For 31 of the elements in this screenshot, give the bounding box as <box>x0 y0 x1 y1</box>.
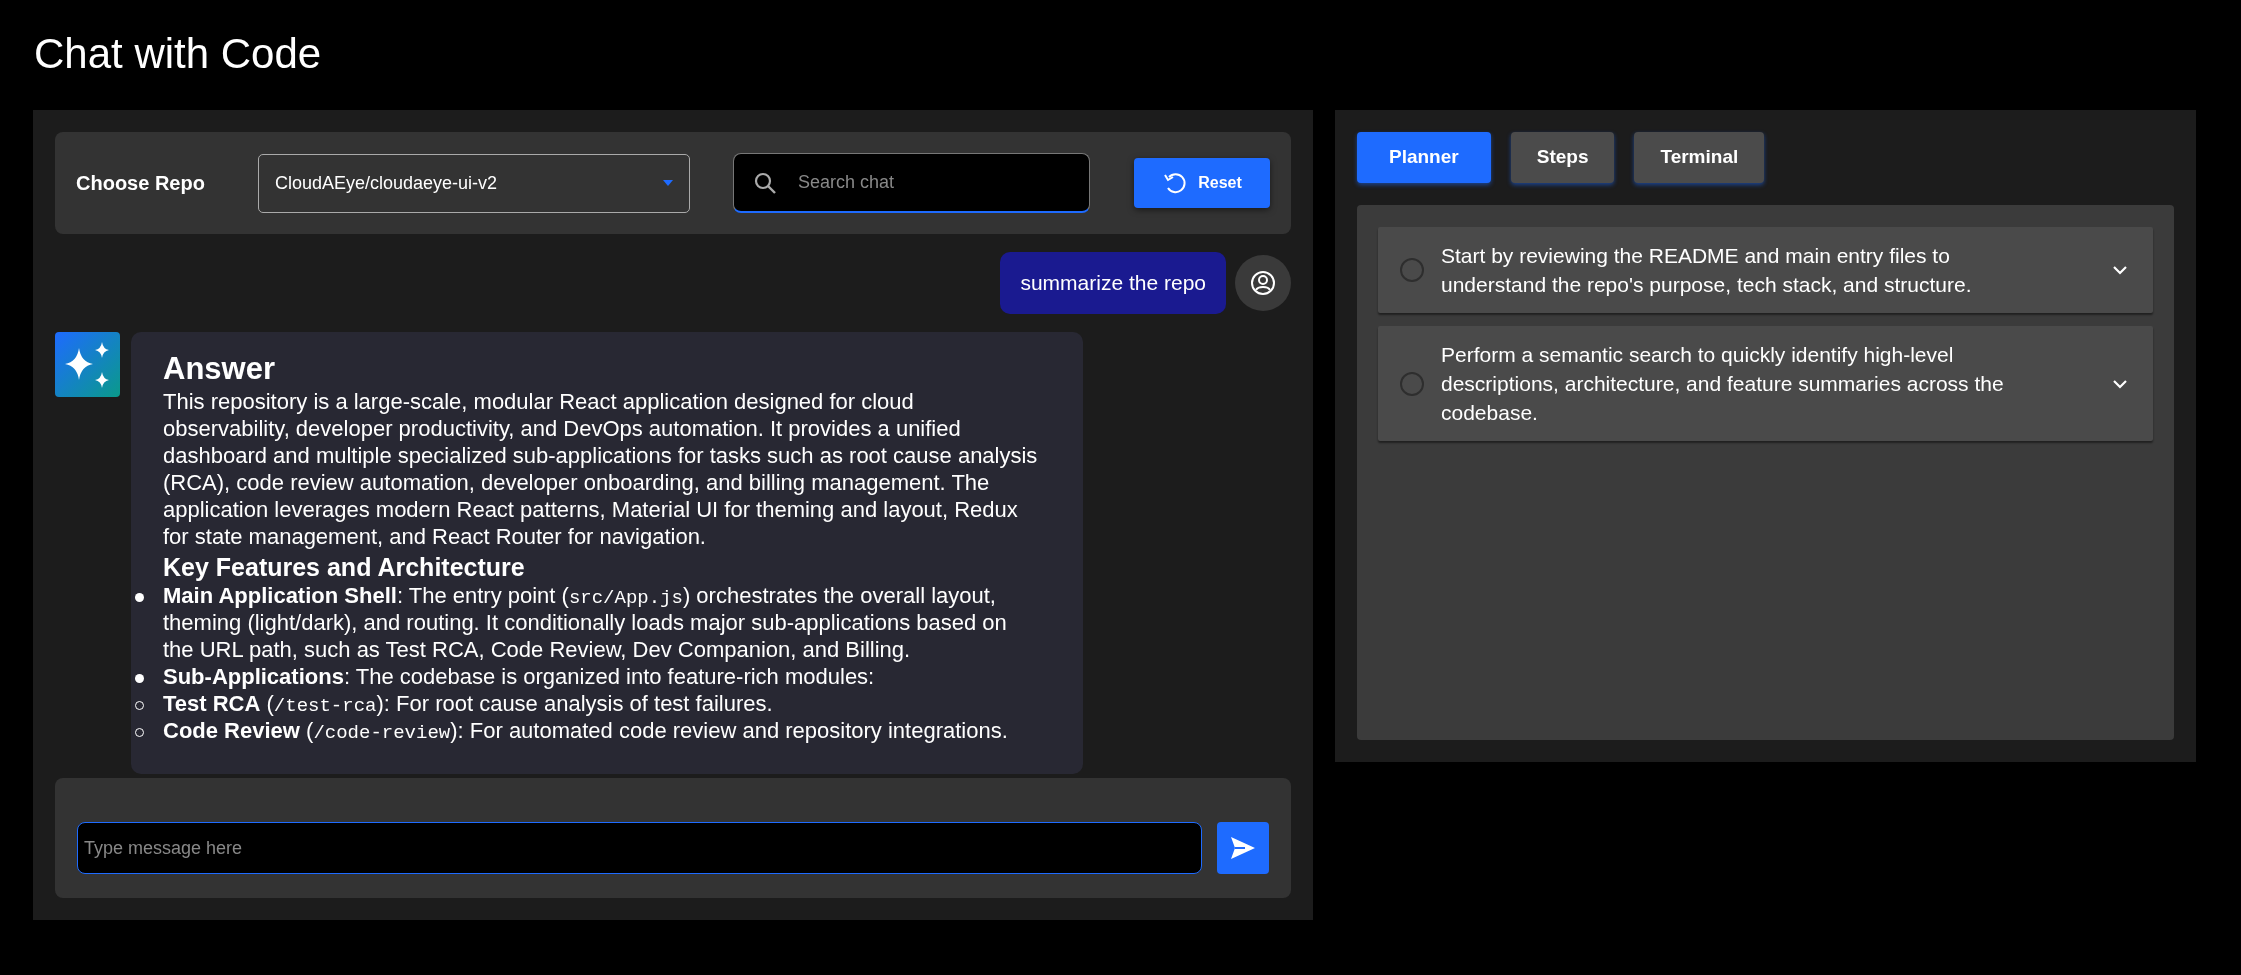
bullet-icon <box>135 673 144 683</box>
sparkle-icon <box>55 331 120 397</box>
plan-step[interactable]: Perform a semantic search to quickly identify high-level descriptions, architecture, and feature summaries across the codebase. <box>1378 326 2153 442</box>
caret-icon <box>663 180 673 187</box>
radio-button[interactable] <box>1400 371 1424 396</box>
search-field[interactable]: Search chat <box>733 153 1090 214</box>
list-text: Code Review (/code-review): For automated code review and repository integrations. <box>163 717 1008 743</box>
tab[interactable]: Planner <box>1357 132 1491 184</box>
send-icon <box>1230 836 1256 861</box>
plan-step[interactable]: Start by reviewing the README and main entry files to understand the repo's purpose, tech stack, and structure. <box>1378 227 2153 314</box>
section-heading: Key Features and Architecture <box>163 551 526 582</box>
radio-button[interactable] <box>1400 258 1424 283</box>
send-button[interactable] <box>1217 822 1269 875</box>
page-title: Chat with Code <box>34 31 323 78</box>
list-text: Sub-Applications: The codebase is organized into feature-rich modules: <box>163 663 875 689</box>
user-icon <box>1250 269 1276 296</box>
step-text: Start by reviewing the README and main entry files to understand the repo's purpose, tech stack, and structure. <box>1441 243 1973 299</box>
message-input[interactable]: Type message here <box>77 822 1202 875</box>
search-icon <box>753 171 777 196</box>
step-text: Perform a semantic search to quickly identify high-level descriptions, architecture, and feature summaries across the codebase. <box>1441 342 2005 427</box>
repo-dropdown[interactable]: CloudAEye/cloudaeye-ui-v2 <box>258 153 690 213</box>
list-text: Main Application Shell: The entry point (src/App.js) orchestrates the overall layout, theming (light/dark), and routing. It conditionally loads major sub-applications based on the URL path, such as Test RCA, Code Review, Dev Companion, and Billing. <box>163 582 1007 662</box>
tab[interactable]: Terminal <box>1634 132 1765 184</box>
repo-label: Choose Repo <box>76 171 206 197</box>
answer-heading: Answer <box>163 349 276 388</box>
answer-paragraph: This repository is a large-scale, modular React application designed for cloud observability, developer productivity, and DevOps automation. It provides a unified dashboard and multiple specialized sub-applications for tasks such as root cause analysis (RCA), code review automation, developer onboarding, and billing management. The application leverages modern React patterns, Material UI for theming and layout, Redux for state management, and React Router for navigation. <box>163 387 1039 550</box>
list-text: Test RCA (/test-rca): For root cause analysis of test failures. <box>163 690 773 716</box>
user-message: summarize the repo <box>1000 252 1226 314</box>
tab[interactable]: Steps <box>1510 132 1615 184</box>
reset-button[interactable]: Reset <box>1134 158 1270 209</box>
bullet-icon <box>135 592 144 602</box>
